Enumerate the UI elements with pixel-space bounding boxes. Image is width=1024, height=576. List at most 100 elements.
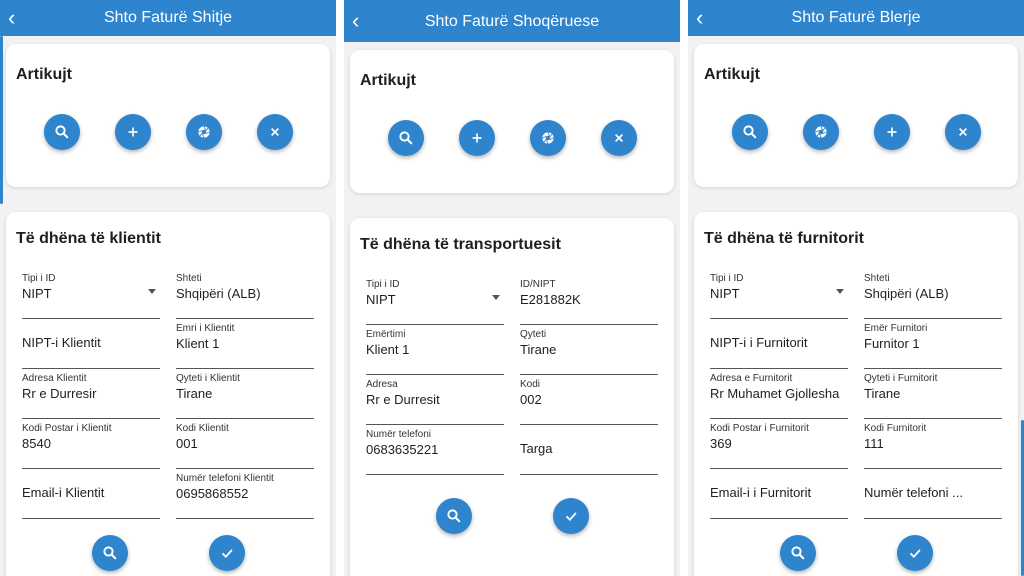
field-label: Kodi Klientit bbox=[176, 423, 229, 434]
search-items-button[interactable] bbox=[732, 114, 768, 150]
field-label: Qyteti bbox=[520, 329, 547, 340]
id-type-dropdown[interactable]: Tipi i ID NIPT bbox=[366, 275, 504, 325]
page-title: Shto Faturë Blerje bbox=[791, 9, 921, 26]
field-label: Kodi Postar i Furnitorit bbox=[710, 423, 809, 434]
client-phone-field[interactable]: Numër telefoni Klientit 0695868552 bbox=[176, 469, 314, 519]
items-title: Artikujt bbox=[16, 66, 72, 83]
search-icon bbox=[399, 131, 413, 145]
search-supplier-button[interactable] bbox=[780, 535, 816, 571]
field-value: Rr e Durresir bbox=[22, 386, 97, 401]
supplier-nipt-field[interactable]: NIPT-i i Furnitorit bbox=[710, 319, 848, 369]
supplier-postal-code-field[interactable]: Kodi Postar i Furnitorit 369 bbox=[710, 419, 848, 469]
add-item-button[interactable] bbox=[459, 120, 495, 156]
client-name-field[interactable]: Emri i Klientit Klient 1 bbox=[176, 319, 314, 369]
search-icon bbox=[55, 125, 69, 139]
camera-scan-button[interactable] bbox=[803, 114, 839, 150]
confirm-button[interactable] bbox=[209, 535, 245, 571]
supplier-phone-field[interactable]: Numër telefoni ... bbox=[864, 469, 1002, 519]
add-item-button[interactable] bbox=[115, 114, 151, 150]
supplier-data-card: Të dhëna të furnitorit Tipi i ID NIPT Sh… bbox=[694, 212, 1018, 576]
search-transporter-button[interactable] bbox=[436, 498, 472, 534]
field-label: Numër telefoni bbox=[366, 429, 432, 440]
field-value: 001 bbox=[176, 436, 198, 451]
camera-scan-button[interactable] bbox=[186, 114, 222, 150]
camera-scan-button[interactable] bbox=[530, 120, 566, 156]
field-value: 369 bbox=[710, 436, 732, 451]
id-type-dropdown[interactable]: Tipi i ID NIPT bbox=[710, 269, 848, 319]
id-type-dropdown[interactable]: Tipi i ID NIPT bbox=[22, 269, 160, 319]
screen-sales-invoice: ‹ Shto Faturë Shitje Artikujt Të dhëna t… bbox=[0, 0, 336, 576]
dropdown-arrow-icon bbox=[148, 289, 156, 294]
close-icon bbox=[271, 128, 279, 136]
transporter-data-card: Të dhëna të transportuesit Tipi i ID NIP… bbox=[350, 218, 674, 576]
client-postal-code-field[interactable]: Kodi Postar i Klientit 8540 bbox=[22, 419, 160, 469]
field-label: Emri i Klientit bbox=[176, 323, 235, 334]
client-address-field[interactable]: Adresa Klientit Rr e Durresir bbox=[22, 369, 160, 419]
field-value: Klient 1 bbox=[176, 336, 220, 351]
supplier-name-field[interactable]: Emër Furnitori Furnitor 1 bbox=[864, 319, 1002, 369]
plus-icon bbox=[472, 133, 482, 143]
page-title: Shto Faturë Shitje bbox=[103, 9, 233, 26]
client-code-field[interactable]: Kodi Klientit 001 bbox=[176, 419, 314, 469]
search-icon bbox=[103, 546, 117, 560]
items-card: Artikujt bbox=[6, 44, 330, 187]
dropdown-arrow-icon bbox=[836, 289, 844, 294]
close-icon bbox=[615, 134, 623, 142]
supplier-city-field[interactable]: Qyteti i Furnitorit Tirane bbox=[864, 369, 1002, 419]
field-label: Emër Furnitori bbox=[864, 323, 928, 334]
section-title: Të dhëna të klientit bbox=[16, 230, 161, 247]
dropdown-arrow-icon bbox=[492, 295, 500, 300]
field-value: 111 bbox=[864, 436, 884, 451]
camera-shutter-icon bbox=[542, 132, 554, 144]
field-label: Emërtimi bbox=[366, 329, 406, 340]
supplier-email-field[interactable]: Email-i i Furnitorit bbox=[710, 469, 848, 519]
field-label: Adresa bbox=[366, 379, 398, 390]
field-label: Tipi i ID bbox=[366, 279, 400, 290]
check-icon bbox=[565, 512, 577, 522]
field-label: Shteti bbox=[176, 273, 202, 284]
field-value: Klient 1 bbox=[366, 342, 410, 357]
transporter-code-field[interactable]: Kodi 002 bbox=[520, 375, 658, 425]
field-label: Tipi i ID bbox=[22, 273, 56, 284]
search-items-button[interactable] bbox=[44, 114, 80, 150]
clear-items-button[interactable] bbox=[257, 114, 293, 150]
client-data-card: Të dhëna të klientit Tipi i ID NIPT Shte… bbox=[6, 212, 330, 576]
clear-items-button[interactable] bbox=[601, 120, 637, 156]
client-email-field[interactable]: Email-i Klientit bbox=[22, 469, 160, 519]
field-label: Shteti bbox=[864, 273, 890, 284]
transporter-phone-field[interactable]: Numër telefoni 0683635221 bbox=[366, 425, 504, 475]
field-placeholder: Email-i Klientit bbox=[22, 485, 105, 500]
plate-field[interactable]: Targa bbox=[520, 425, 658, 475]
screen-delivery-invoice: ‹ Shto Faturë Shoqëruese Artikujt Të dhë… bbox=[344, 0, 680, 576]
country-field[interactable]: Shteti Shqipëri (ALB) bbox=[864, 269, 1002, 319]
field-placeholder: Targa bbox=[520, 441, 553, 456]
camera-shutter-icon bbox=[815, 126, 827, 138]
field-value: Rr Muhamet Gjollesha bbox=[710, 386, 840, 401]
country-field[interactable]: Shteti Shqipëri (ALB) bbox=[176, 269, 314, 319]
transporter-address-field[interactable]: Adresa Rr e Durresit bbox=[366, 375, 504, 425]
supplier-address-field[interactable]: Adresa e Furnitorit Rr Muhamet Gjollesha bbox=[710, 369, 848, 419]
id-nipt-field[interactable]: ID/NIPT E281882K bbox=[520, 275, 658, 325]
confirm-button[interactable] bbox=[897, 535, 933, 571]
field-value: 0683635221 bbox=[366, 442, 439, 457]
client-nipt-field[interactable]: NIPT-i Klientit bbox=[22, 319, 160, 369]
clear-items-button[interactable] bbox=[945, 114, 981, 150]
check-icon bbox=[909, 549, 921, 559]
transporter-name-field[interactable]: Emërtimi Klient 1 bbox=[366, 325, 504, 375]
confirm-button[interactable] bbox=[553, 498, 589, 534]
search-items-button[interactable] bbox=[388, 120, 424, 156]
app-bar: ‹ Shto Faturë Blerje bbox=[688, 0, 1024, 36]
supplier-code-field[interactable]: Kodi Furnitorit 111 bbox=[864, 419, 1002, 469]
items-title: Artikujt bbox=[360, 72, 416, 89]
field-value: NIPT bbox=[366, 292, 396, 307]
field-value: Tirane bbox=[520, 342, 557, 357]
items-card: Artikujt bbox=[694, 44, 1018, 187]
field-placeholder: Email-i i Furnitorit bbox=[710, 485, 812, 500]
client-city-field[interactable]: Qyteti i Klientit Tirane bbox=[176, 369, 314, 419]
field-value: 002 bbox=[520, 392, 542, 407]
transporter-city-field[interactable]: Qyteti Tirane bbox=[520, 325, 658, 375]
scrollbar[interactable] bbox=[0, 36, 3, 204]
add-item-button[interactable] bbox=[874, 114, 910, 150]
field-label: Numër telefoni Klientit bbox=[176, 473, 274, 484]
search-client-button[interactable] bbox=[92, 535, 128, 571]
